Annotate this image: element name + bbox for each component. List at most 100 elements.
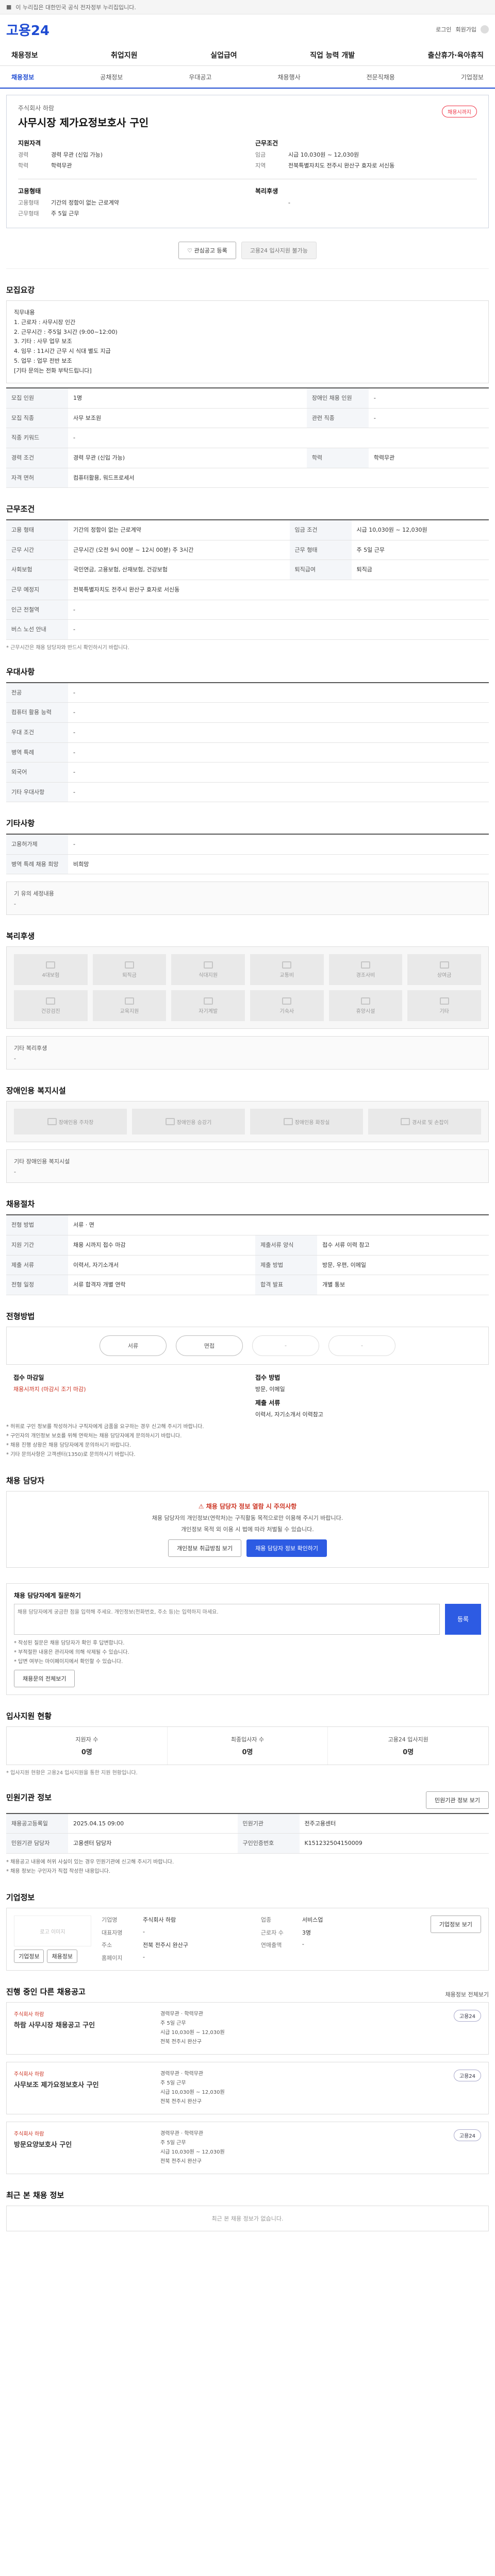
section-title: 모집요강 (6, 285, 35, 295)
view-contact-button[interactable]: 채용 담당자 정보 확인하기 (246, 1539, 327, 1557)
question-input[interactable] (14, 1603, 440, 1635)
process-step: - (252, 1335, 319, 1356)
section-title: 채용절차 (6, 1199, 35, 1209)
recent-empty: 최근 본 채용 정보가 없습니다. (6, 2206, 489, 2232)
other-more-link[interactable]: 채용정보 전체보기 (446, 1990, 489, 1998)
subnav-item[interactable]: 전문직채용 (367, 73, 395, 81)
welfare-box-value: - (14, 1055, 16, 1062)
manage-more-button[interactable]: 민원기관 정보 보기 (426, 1791, 489, 1809)
table-key: 민원기관 담당자 (6, 1833, 68, 1854)
deadline-badge: 채용시까지 (442, 106, 477, 117)
company-value: - (302, 1941, 304, 1948)
welfare-icon (124, 997, 134, 1005)
apply-button[interactable]: 고용24 입사지원 불가능 (241, 242, 317, 260)
table-row: 고용허가제 - (6, 834, 489, 855)
welfare-icon (360, 961, 370, 969)
docs-label: 제출 서류 (255, 1399, 280, 1406)
register-button[interactable]: 등록 (445, 1603, 481, 1635)
welfare-label: 기숙사 (279, 1008, 294, 1014)
company-value: - (143, 1953, 145, 1960)
company-more-button[interactable]: 기업정보 보기 (430, 1916, 481, 1934)
privacy-button[interactable]: 개인정보 취급방침 보기 (168, 1539, 242, 1557)
table-row: 민원기관 담당자 고용센터 담당자 구인인증번호 K151232504150009 (6, 1833, 489, 1854)
job-card-info-line: 경력무관 · 학력무관 (160, 2071, 204, 2077)
info-key: 지역 (255, 162, 266, 169)
company-info-button[interactable]: 기업정보 (14, 1950, 44, 1963)
stat-label: 고용24 입사지원 (388, 1736, 428, 1743)
favorite-button[interactable]: ♡ 관심공고 등록 (178, 242, 236, 260)
company-box: 로고 이미지 기업정보 채용정보 기업명 주식회사 하람 업종 서비스업 대표자명 - 근로… (6, 1908, 489, 1971)
job-card-main: 주식회사 하람 방문요양보호사 구인 (14, 2129, 153, 2166)
subnav-item[interactable]: 채용정보 (11, 73, 34, 81)
welfare-tile: 4대보험 (14, 954, 88, 986)
disabled-box: 기타 장애인용 복지시설 - (6, 1149, 489, 1183)
note-line: * 허위로 구인 정보를 작성하거나 구직자에게 금품을 요구하는 경우 신고해… (6, 1423, 204, 1430)
etc-box-label: 기 유의 세정내용 (14, 890, 54, 897)
job-card-info-line: 전북 전주시 완산구 (160, 2159, 202, 2165)
table-row: 인근 전철역 - (6, 600, 489, 620)
info-row: 학력 학력무관 (18, 161, 240, 171)
nav-item[interactable]: 실업급여 (210, 50, 237, 60)
subnav-item[interactable]: 우대공고 (189, 73, 211, 81)
table-key: 전공 (6, 682, 68, 703)
company-jobs-button[interactable]: 채용정보 (47, 1950, 77, 1963)
sub-nav: 채용정보 공채정보 우대공고 채용행사 전문직채용 기업정보 (0, 66, 495, 89)
table-key: 근무 예정지 (6, 580, 68, 600)
info-value: 전북특별자치도 전주시 완산구 효자로 서신동 (288, 162, 395, 169)
welfare-tile: 건강검진 (14, 990, 88, 1022)
site-logo[interactable]: 고용24 (6, 20, 50, 39)
table-key: 장애인 채용 인원 (306, 388, 369, 409)
facility-icon (283, 1118, 293, 1126)
flag-icon: ■ (6, 4, 12, 10)
section-title: 진행 중인 다른 채용공고 (6, 1987, 86, 1997)
job-card-company: 주식회사 하람 (14, 2131, 44, 2138)
job-card-title[interactable]: 하람 사무시장 채용공고 구인 (14, 2020, 153, 2029)
table-value: 서류 · 면 (68, 1215, 489, 1236)
table-key: 모집 인원 (6, 388, 68, 409)
disabled-box-label: 기타 장애인용 복지시설 (14, 1158, 70, 1165)
login-link[interactable]: 로그인 (436, 25, 451, 33)
stat-item: 고용24 입사지원 0명 (328, 1727, 488, 1765)
nav-item[interactable]: 취업지원 (111, 50, 138, 60)
section-title: 채용 담당자 (6, 1476, 45, 1485)
menu-icon[interactable] (481, 25, 489, 33)
note-line: * 구인자의 개인정보 보호를 위해 연락처는 채용 담당자에게 문의하시기 바… (6, 1433, 182, 1439)
job-card[interactable]: 주식회사 하람 사무보조 제가요정보호사 구인 경력무관 · 학력무관 주 5일 근무… (6, 2062, 489, 2115)
welfare-label: 교통비 (279, 972, 294, 978)
table-key: 근무 형태 (289, 540, 352, 561)
section-contact: 채용 담당자 ⚠ 채용 담당자 정보 열람 시 주의사항 채용 담당자의 개인정… (0, 1475, 495, 1568)
docs-value: 이력서, 자기소개서 이력참고 (255, 1411, 323, 1418)
welfare-icon (439, 961, 449, 969)
join-link[interactable]: 회원가입 (456, 25, 476, 33)
nav-item[interactable]: 출산휴가·육아휴직 (428, 50, 484, 60)
subnav-item[interactable]: 채용행사 (277, 73, 300, 81)
job-card-title[interactable]: 사무보조 제가요정보호사 구인 (14, 2079, 153, 2089)
table-key: 제출 방법 (255, 1255, 318, 1276)
table-value: 전주고용센터 (299, 1813, 489, 1834)
job-title: 사무시장 제가요정보호사 구인 (18, 116, 149, 129)
job-summary: 주식회사 하람 사무시장 제가요정보호사 구인 채용시까지 지원자격 경력 경력 … (6, 95, 489, 229)
job-card-main: 주식회사 하람 하람 사무시장 채용공고 구인 (14, 2010, 153, 2047)
section-title: 기업정보 (6, 1893, 35, 1903)
info-row: 경력 경력 무관 (신입 가능) (18, 150, 240, 160)
job-card-main: 주식회사 하람 사무보조 제가요정보호사 구인 (14, 2070, 153, 2107)
company-value: 주식회사 하람 (143, 1917, 176, 1924)
job-card[interactable]: 주식회사 하람 하람 사무시장 채용공고 구인 경력무관 · 학력무관 주 5일 근무… (6, 2002, 489, 2055)
job-card[interactable]: 주식회사 하람 방문요양보호사 구인 경력무관 · 학력무관 주 5일 근무 시급 10… (6, 2122, 489, 2175)
qna-more-button[interactable]: 채용문의 전체보기 (14, 1669, 75, 1687)
subnav-item[interactable]: 기업정보 (461, 73, 484, 81)
table-row: 전공 - (6, 682, 489, 703)
nav-item[interactable]: 채용정보 (11, 50, 38, 60)
info-value: - (288, 199, 290, 207)
table-key: 모집 직종 (6, 408, 68, 429)
company-key: 업종 (260, 1917, 272, 1924)
subnav-item[interactable]: 공채정보 (100, 73, 123, 81)
table-key: 직종 키워드 (6, 428, 68, 448)
welfare-tile: 식대지원 (171, 954, 245, 986)
table-row: 근무 예정지 전북특별자치도 전주시 완산구 효자로 서신동 (6, 580, 489, 600)
table-key: 컴퓨터 활용 능력 (6, 702, 68, 723)
table-key: 관련 직종 (306, 408, 369, 429)
job-card-title[interactable]: 방문요양보호사 구인 (14, 2139, 153, 2149)
nav-item[interactable]: 직업 능력 개발 (310, 50, 355, 60)
contact-alert: ⚠ 채용 담당자 정보 열람 시 주의사항 채용 담당자의 개인정보(연락처)는… (6, 1490, 489, 1568)
